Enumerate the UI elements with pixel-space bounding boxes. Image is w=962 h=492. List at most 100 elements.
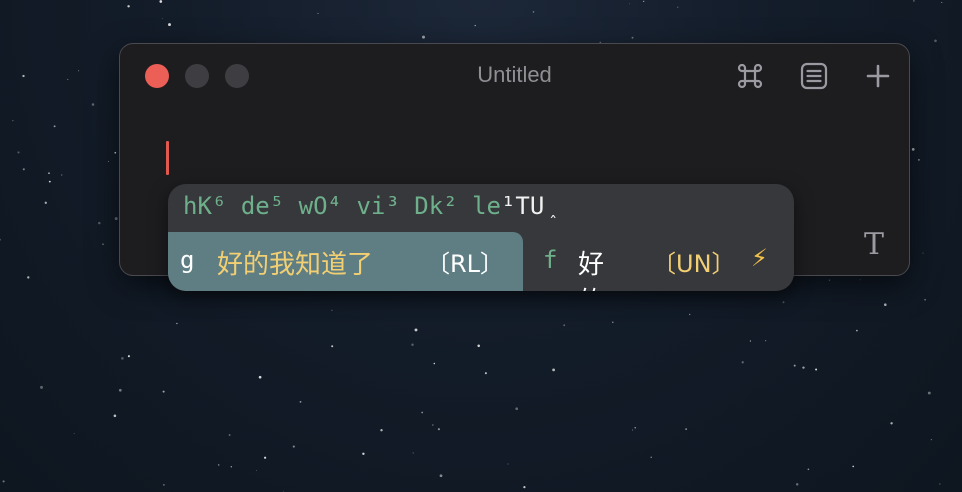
- star: [217, 464, 220, 466]
- star: [118, 388, 122, 392]
- star: [73, 433, 75, 434]
- star: [802, 366, 805, 369]
- star: [433, 362, 436, 365]
- preedit-segment: wO⁴: [298, 192, 342, 220]
- star: [677, 6, 679, 8]
- star: [807, 468, 810, 471]
- command-icon[interactable]: [734, 60, 766, 92]
- preedit-segment: vi³: [356, 192, 400, 220]
- star: [859, 279, 861, 281]
- star: [292, 445, 295, 448]
- star: [163, 484, 165, 486]
- star: [44, 201, 47, 204]
- star: [634, 427, 636, 429]
- star: [431, 424, 434, 426]
- star: [437, 428, 440, 431]
- star: [612, 321, 614, 323]
- candidate-item-selected[interactable]: g 好的我知道了 〔RL〕: [168, 232, 523, 291]
- preedit-segment: hK⁶: [183, 192, 227, 220]
- star: [127, 5, 130, 8]
- star: [552, 368, 555, 372]
- star: [17, 151, 20, 154]
- plus-icon[interactable]: [862, 60, 894, 92]
- star: [168, 23, 171, 27]
- star: [299, 400, 302, 403]
- star: [362, 452, 365, 456]
- star: [749, 340, 752, 342]
- ime-preedit: hK⁶ de⁵ wO⁴ vi³ Dk² le¹TUˆ: [183, 192, 558, 232]
- star: [911, 148, 915, 151]
- star: [113, 414, 117, 418]
- star: [439, 474, 443, 478]
- star: [0, 238, 1, 241]
- star: [67, 78, 69, 80]
- star: [98, 221, 101, 225]
- star: [411, 343, 414, 347]
- star: [631, 429, 634, 431]
- preedit-segment: le¹: [472, 192, 516, 220]
- star: [918, 159, 920, 161]
- star: [941, 1, 943, 4]
- star: [331, 309, 333, 311]
- star: [121, 357, 124, 360]
- text-format-icon[interactable]: T: [864, 227, 884, 262]
- star: [48, 180, 51, 183]
- star: [61, 174, 63, 176]
- candidate-list: g 好的我知道了 〔RL〕 f 好的 〔UN〕 ⚡: [168, 232, 794, 291]
- star: [924, 298, 926, 301]
- star: [685, 428, 687, 430]
- star: [689, 313, 691, 316]
- star: [856, 329, 858, 332]
- star: [643, 0, 645, 3]
- star: [852, 465, 855, 468]
- list-icon[interactable]: [798, 60, 830, 92]
- star: [127, 355, 130, 358]
- star: [114, 217, 118, 221]
- candidate-tag: 〔RL〕: [426, 250, 505, 278]
- star: [930, 438, 933, 441]
- candidate-text: 好的我知道了: [217, 250, 374, 280]
- star: [78, 70, 80, 72]
- star: [258, 375, 262, 379]
- star: [782, 301, 785, 304]
- candidate-label: f: [543, 246, 558, 274]
- star: [815, 368, 818, 371]
- star: [765, 340, 767, 342]
- star: [114, 151, 117, 154]
- star: [256, 470, 258, 472]
- star: [913, 0, 915, 2]
- star: [331, 345, 334, 348]
- star: [2, 480, 5, 483]
- star: [162, 390, 165, 393]
- star: [741, 361, 744, 364]
- star: [412, 452, 414, 454]
- star: [939, 483, 941, 485]
- star: [22, 168, 25, 171]
- star: [380, 429, 383, 432]
- star: [161, 17, 163, 19]
- star: [228, 434, 231, 436]
- star: [91, 103, 95, 106]
- star: [22, 74, 25, 78]
- candidate-tag: 〔UN〕: [652, 250, 736, 278]
- star: [515, 407, 519, 411]
- preedit-cursor-mark: ˆ: [548, 213, 558, 232]
- star: [176, 322, 178, 325]
- candidate-text: 好的: [578, 250, 605, 291]
- star: [922, 252, 924, 254]
- star: [927, 391, 931, 395]
- preedit-segment: de⁵: [240, 192, 285, 220]
- star: [629, 3, 631, 5]
- star: [934, 39, 937, 43]
- star: [793, 364, 796, 367]
- window-title: Untitled: [477, 62, 552, 87]
- star: [27, 276, 30, 279]
- preedit-tail: TU: [515, 192, 545, 220]
- star: [890, 422, 893, 425]
- preedit-segment: Dk²: [414, 192, 458, 220]
- star: [48, 172, 50, 174]
- star: [317, 13, 319, 14]
- candidate-label: g: [180, 246, 195, 274]
- star: [523, 486, 526, 489]
- lightning-icon: ⚡: [751, 244, 768, 272]
